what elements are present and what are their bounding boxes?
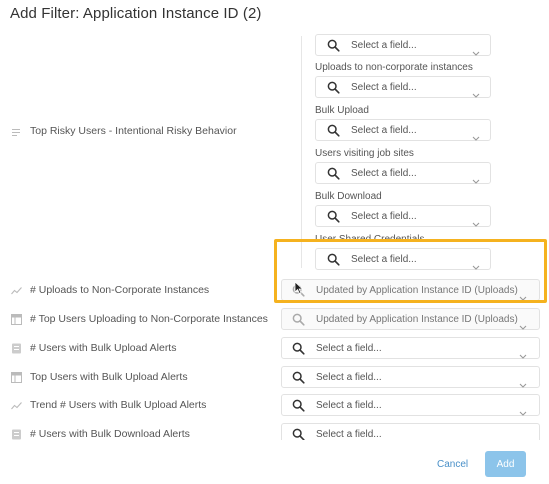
search-icon bbox=[327, 39, 340, 57]
select-field[interactable]: Select a field... bbox=[315, 119, 491, 141]
chevron-down-icon bbox=[519, 375, 527, 393]
chevron-down-icon bbox=[472, 85, 480, 103]
chevron-down-icon bbox=[472, 214, 480, 232]
search-icon bbox=[327, 124, 340, 142]
search-icon bbox=[292, 342, 305, 360]
select-field[interactable]: Select a field... bbox=[315, 248, 491, 270]
chevron-down-icon bbox=[519, 432, 527, 440]
field-label: Uploads to non-corporate instances bbox=[315, 62, 473, 73]
chevron-down-icon bbox=[472, 43, 480, 61]
search-icon bbox=[327, 81, 340, 99]
field-placeholder: Select a field... bbox=[351, 168, 417, 179]
table-icon bbox=[11, 371, 22, 383]
select-field[interactable]: Updated by Application Instance ID (Uplo… bbox=[281, 279, 540, 301]
field-placeholder: Select a field... bbox=[351, 125, 417, 136]
chevron-down-icon bbox=[519, 317, 527, 335]
search-icon bbox=[292, 313, 305, 331]
select-field[interactable]: Select a field... bbox=[281, 366, 540, 388]
select-field[interactable]: Select a field... bbox=[281, 394, 540, 416]
search-icon bbox=[292, 428, 305, 440]
select-field[interactable]: Select a field... bbox=[281, 337, 540, 359]
chevron-down-icon bbox=[519, 403, 527, 421]
dialog-footer: Cancel Add bbox=[0, 440, 549, 484]
widget-label: # Uploads to Non-Corporate Instances bbox=[30, 284, 210, 296]
chevron-down-icon bbox=[472, 257, 480, 275]
widget-label: Top Risky Users - Intentional Risky Beha… bbox=[30, 125, 237, 137]
chevron-down-icon bbox=[472, 171, 480, 189]
field-label: Bulk Upload bbox=[315, 105, 369, 116]
search-icon bbox=[292, 399, 305, 417]
widget-row: # Users with Bulk Upload Alerts bbox=[11, 337, 176, 359]
number-icon bbox=[11, 429, 22, 440]
select-field[interactable]: Select a field... bbox=[315, 34, 491, 56]
field-label: User Shared Credentials bbox=[315, 234, 425, 245]
field-placeholder: Select a field... bbox=[316, 429, 382, 440]
mouse-cursor-icon bbox=[294, 281, 304, 300]
widget-row: Top Users with Bulk Upload Alerts bbox=[11, 366, 188, 388]
select-field[interactable]: Select a field... bbox=[315, 205, 491, 227]
widget-group-top-risky-users: Top Risky Users - Intentional Risky Beha… bbox=[11, 125, 237, 137]
widget-label: # Top Users Uploading to Non-Corporate I… bbox=[30, 313, 268, 325]
dialog-title: Add Filter: Application Instance ID (2) bbox=[10, 5, 262, 22]
field-placeholder: Select a field... bbox=[351, 254, 417, 265]
trend-icon bbox=[11, 285, 22, 296]
filter-list[interactable]: Top Risky Users - Intentional Risky Beha… bbox=[0, 28, 549, 440]
chevron-down-icon bbox=[519, 288, 527, 306]
search-icon bbox=[327, 210, 340, 228]
widget-row: Trend # Users with Bulk Upload Alerts bbox=[11, 394, 206, 416]
table-icon bbox=[11, 313, 22, 325]
field-placeholder: Select a field... bbox=[316, 372, 382, 383]
widget-row: # Uploads to Non-Corporate Instances bbox=[11, 279, 209, 301]
search-icon bbox=[292, 371, 305, 389]
select-field[interactable]: Select a field... bbox=[315, 76, 491, 98]
widget-label: # Users with Bulk Upload Alerts bbox=[30, 342, 177, 354]
search-icon bbox=[327, 167, 340, 185]
chevron-down-icon bbox=[519, 346, 527, 364]
field-value: Updated by Application Instance ID (Uplo… bbox=[316, 285, 518, 296]
group-divider bbox=[301, 36, 302, 268]
select-field[interactable]: Updated by Application Instance ID (Uplo… bbox=[281, 308, 540, 330]
field-placeholder: Select a field... bbox=[351, 211, 417, 222]
field-placeholder: Select a field... bbox=[316, 400, 382, 411]
field-placeholder: Select a field... bbox=[316, 343, 382, 354]
search-icon bbox=[327, 253, 340, 271]
trend-icon bbox=[11, 400, 22, 411]
select-field[interactable]: Select a field... bbox=[281, 423, 540, 440]
field-label: Bulk Download bbox=[315, 191, 382, 202]
number-icon bbox=[11, 343, 22, 354]
add-filter-dialog: Add Filter: Application Instance ID (2) … bbox=[0, 0, 549, 484]
lines-icon bbox=[11, 126, 22, 137]
widget-row: # Top Users Uploading to Non-Corporate I… bbox=[11, 308, 268, 330]
field-label: Users visiting job sites bbox=[315, 148, 414, 159]
select-field[interactable]: Select a field... bbox=[315, 162, 491, 184]
cancel-button[interactable]: Cancel bbox=[437, 459, 468, 470]
field-placeholder: Select a field... bbox=[351, 40, 417, 51]
widget-label: # Users with Bulk Download Alerts bbox=[30, 428, 190, 440]
widget-row: # Users with Bulk Download Alerts bbox=[11, 423, 190, 440]
field-value: Updated by Application Instance ID (Uplo… bbox=[316, 314, 518, 325]
chevron-down-icon bbox=[472, 128, 480, 146]
widget-label: Top Users with Bulk Upload Alerts bbox=[30, 371, 188, 383]
widget-label: Trend # Users with Bulk Upload Alerts bbox=[30, 399, 207, 411]
field-placeholder: Select a field... bbox=[351, 82, 417, 93]
add-button[interactable]: Add bbox=[485, 451, 526, 477]
